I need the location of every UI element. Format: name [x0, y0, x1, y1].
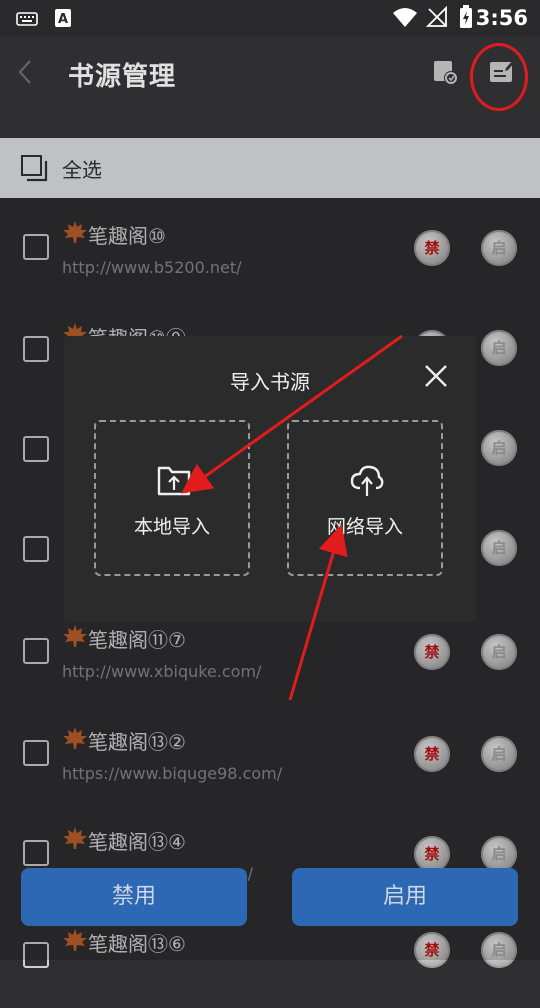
- dialog-title: 导入书源: [230, 370, 310, 394]
- battery-charging-icon: [460, 5, 472, 28]
- local-import-label: 本地导入: [133, 516, 210, 538]
- disable-button[interactable]: 禁用: [21, 868, 247, 926]
- keyboard-icon: [16, 12, 38, 26]
- select-all-icon: [21, 155, 48, 182]
- chevron-left-icon: [18, 60, 31, 84]
- local-import-button[interactable]: 本地导入: [94, 420, 250, 576]
- no-signal-icon: [426, 6, 447, 27]
- wifi-icon: [393, 8, 417, 27]
- folder-upload-icon: [157, 466, 191, 496]
- back-button[interactable]: [16, 58, 34, 94]
- annotation-circle: [470, 43, 528, 111]
- network-import-label: 网络导入: [326, 516, 403, 538]
- status-bar: A 3:56: [0, 0, 540, 36]
- select-all-bar[interactable]: 全选: [0, 138, 540, 198]
- enable-button[interactable]: 启用: [292, 868, 518, 926]
- close-icon[interactable]: [422, 362, 450, 390]
- select-all-label: 全选: [62, 158, 102, 182]
- cloud-upload-icon: [350, 465, 384, 496]
- import-source-icon[interactable]: [430, 56, 462, 88]
- svg-text:A: A: [58, 12, 68, 27]
- network-import-button[interactable]: 网络导入: [287, 420, 443, 576]
- font-app-icon: A: [55, 9, 71, 27]
- import-source-dialog: 导入书源 本地导入 网络导入: [64, 336, 476, 622]
- page-title: 书源管理: [68, 62, 177, 92]
- status-time: 3:56: [475, 6, 528, 30]
- app-bar: 书源管理: [0, 36, 540, 138]
